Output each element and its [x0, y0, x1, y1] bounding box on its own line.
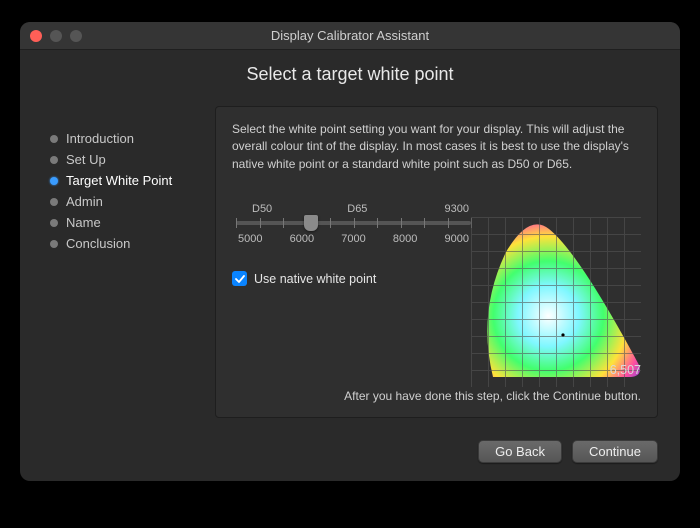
step-dot-icon	[50, 135, 58, 143]
continue-button[interactable]: Continue	[572, 440, 658, 463]
sidebar-item-target-white-point[interactable]: Target White Point	[50, 170, 215, 191]
sidebar-item-label: Introduction	[66, 131, 134, 146]
slider-thumb[interactable]	[304, 215, 318, 231]
go-back-button[interactable]: Go Back	[478, 440, 562, 463]
white-point-value: 6,507	[610, 363, 641, 377]
grid-icon	[471, 217, 641, 387]
slider-top-labels: D50 D65 9300	[236, 203, 471, 215]
slider-tick-9000: 9000	[445, 233, 469, 245]
slider-label-9300: 9300	[445, 203, 469, 215]
slider-tick-8000: 8000	[393, 233, 417, 245]
window-controls	[30, 30, 82, 42]
panel-footnote: After you have done this step, click the…	[344, 389, 641, 403]
minimize-icon	[50, 30, 62, 42]
app-window: Display Calibrator Assistant Select a ta…	[20, 22, 680, 481]
sidebar-item-label: Conclusion	[66, 236, 130, 251]
window-title: Display Calibrator Assistant	[20, 28, 680, 43]
checkbox-icon[interactable]	[232, 271, 247, 286]
step-list: Introduction Set Up Target White Point A…	[50, 128, 215, 254]
slider-tick-7000: 7000	[341, 233, 365, 245]
sidebar: Introduction Set Up Target White Point A…	[20, 50, 215, 430]
checkbox-label: Use native white point	[254, 272, 376, 286]
sidebar-item-conclusion[interactable]: Conclusion	[50, 233, 215, 254]
sidebar-item-admin[interactable]: Admin	[50, 191, 215, 212]
titlebar: Display Calibrator Assistant	[20, 22, 680, 50]
slider-bottom-labels: 5000 6000 7000 8000 9000	[236, 233, 471, 245]
slider-track[interactable]	[236, 221, 471, 225]
content-area: Select a target white point Introduction…	[20, 50, 680, 430]
sidebar-item-label: Set Up	[66, 152, 106, 167]
sidebar-item-label: Name	[66, 215, 101, 230]
sidebar-item-name[interactable]: Name	[50, 212, 215, 233]
sidebar-item-introduction[interactable]: Introduction	[50, 128, 215, 149]
sidebar-item-setup[interactable]: Set Up	[50, 149, 215, 170]
step-dot-icon	[50, 156, 58, 164]
zoom-icon	[70, 30, 82, 42]
slider-tick-6000: 6000	[290, 233, 314, 245]
step-dot-icon	[50, 219, 58, 227]
white-point-slider[interactable]: D50 D65 9300	[236, 203, 471, 245]
slider-label-d65: D65	[347, 203, 367, 215]
sidebar-item-label: Admin	[66, 194, 103, 209]
step-dot-icon	[50, 198, 58, 206]
close-icon[interactable]	[30, 30, 42, 42]
chromaticity-diagram	[471, 217, 641, 387]
step-dot-icon	[50, 177, 58, 185]
step-dot-icon	[50, 240, 58, 248]
panel-description: Select the white point setting you want …	[232, 121, 641, 173]
slider-tick-5000: 5000	[238, 233, 262, 245]
main-panel: Select the white point setting you want …	[215, 106, 658, 418]
footer-buttons: Go Back Continue	[20, 430, 680, 481]
sidebar-item-label: Target White Point	[66, 173, 172, 188]
slider-label-d50: D50	[252, 203, 272, 215]
